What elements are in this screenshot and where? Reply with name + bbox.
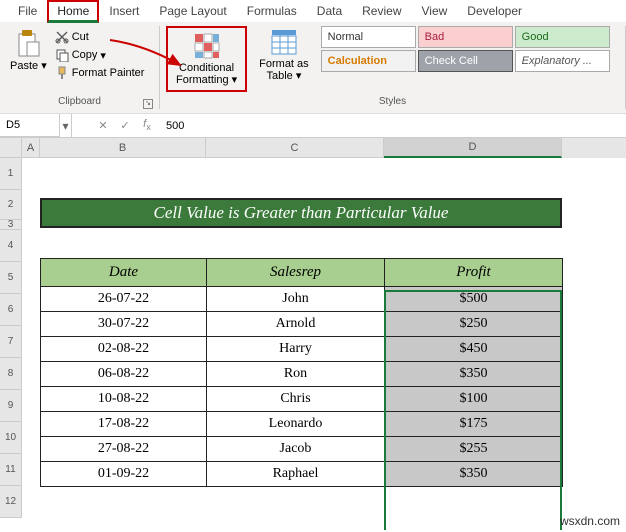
row-header-4[interactable]: 4 — [0, 230, 22, 262]
cell[interactable]: 27-08-22 — [41, 437, 207, 462]
row-header-1[interactable]: 1 — [0, 158, 22, 190]
cell[interactable]: $255 — [385, 437, 563, 462]
col-header-b[interactable]: B — [40, 138, 206, 158]
row-header-6[interactable]: 6 — [0, 294, 22, 326]
cell[interactable]: 06-08-22 — [41, 362, 207, 387]
row-header-10[interactable]: 10 — [0, 422, 22, 454]
cell[interactable]: Ron — [207, 362, 385, 387]
cell[interactable]: Chris — [207, 387, 385, 412]
table-icon — [270, 28, 298, 56]
cell[interactable]: 02-08-22 — [41, 337, 207, 362]
header-profit[interactable]: Profit — [385, 259, 563, 287]
menu-data[interactable]: Data — [307, 1, 352, 21]
menu-review[interactable]: Review — [352, 1, 411, 21]
style-good[interactable]: Good — [515, 26, 610, 48]
cell[interactable]: $175 — [385, 412, 563, 437]
style-check-cell[interactable]: Check Cell — [418, 50, 513, 72]
title-banner[interactable]: Cell Value is Greater than Particular Va… — [40, 198, 562, 228]
annotation-arrow — [105, 35, 205, 85]
cell[interactable]: $500 — [385, 287, 563, 312]
formula-bar: D5 ▾ ✕ ✓ fx 500 — [0, 114, 626, 138]
style-explanatory[interactable]: Explanatory ... — [515, 50, 610, 72]
menu-home[interactable]: Home — [47, 0, 99, 23]
menu-view[interactable]: View — [412, 1, 458, 21]
fx-button[interactable]: fx — [136, 118, 158, 132]
formula-input[interactable]: 500 — [158, 120, 626, 132]
cell[interactable]: Raphael — [207, 462, 385, 487]
watermark: wsxdn.com — [560, 514, 620, 528]
data-table: Date Salesrep Profit 26-07-22John$500 30… — [40, 258, 563, 487]
enter-button[interactable]: ✓ — [114, 119, 136, 132]
cell[interactable]: 30-07-22 — [41, 312, 207, 337]
styles-gallery[interactable]: Normal Bad Good Calculation Check Cell E… — [321, 26, 610, 72]
row-header-7[interactable]: 7 — [0, 326, 22, 358]
cell[interactable]: John — [207, 287, 385, 312]
menu-page-layout[interactable]: Page Layout — [149, 1, 236, 21]
cell[interactable]: Arnold — [207, 312, 385, 337]
cell[interactable]: Leonardo — [207, 412, 385, 437]
header-date[interactable]: Date — [41, 259, 207, 287]
format-as-table-button[interactable]: Format asTable ▾ — [255, 26, 313, 84]
row-header-2[interactable]: 2 — [0, 190, 22, 220]
scissors-icon — [55, 30, 69, 44]
row-header-3[interactable]: 3 — [0, 220, 22, 230]
row-header-12[interactable]: 12 — [0, 486, 22, 518]
row-header-11[interactable]: 11 — [0, 454, 22, 486]
brush-icon — [55, 66, 69, 80]
column-headers: A B C D — [22, 138, 626, 158]
copy-label: Copy — [72, 49, 98, 61]
col-header-d[interactable]: D — [384, 138, 562, 158]
grid: 1 2 3 4 5 6 7 8 9 10 11 12 A B C D Cell … — [0, 138, 626, 530]
cell[interactable]: Jacob — [207, 437, 385, 462]
cell[interactable]: 01-09-22 — [41, 462, 207, 487]
menu-insert[interactable]: Insert — [99, 1, 149, 21]
paste-icon — [15, 28, 41, 58]
row-header-9[interactable]: 9 — [0, 390, 22, 422]
col-header-a[interactable]: A — [22, 138, 40, 158]
cell[interactable]: $250 — [385, 312, 563, 337]
copy-icon — [55, 48, 69, 62]
select-all-corner[interactable] — [0, 138, 22, 158]
cell[interactable]: $350 — [385, 362, 563, 387]
cell[interactable]: 17-08-22 — [41, 412, 207, 437]
menu-developer[interactable]: Developer — [457, 1, 532, 21]
header-salesrep[interactable]: Salesrep — [207, 259, 385, 287]
row-headers: 1 2 3 4 5 6 7 8 9 10 11 12 — [0, 138, 22, 530]
menu-bar: File Home Insert Page Layout Formulas Da… — [0, 0, 626, 22]
cell[interactable]: 26-07-22 — [41, 287, 207, 312]
name-box[interactable]: D5 — [0, 114, 60, 137]
format-as-table-label: Format asTable ▾ — [259, 58, 309, 82]
cell[interactable]: Harry — [207, 337, 385, 362]
cell[interactable]: 10-08-22 — [41, 387, 207, 412]
style-normal[interactable]: Normal — [321, 26, 416, 48]
menu-formulas[interactable]: Formulas — [237, 1, 307, 21]
row-header-5[interactable]: 5 — [0, 262, 22, 294]
col-header-c[interactable]: C — [206, 138, 384, 158]
cell[interactable]: $450 — [385, 337, 563, 362]
ribbon: Paste ▾ Cut Copy ▾ Format Painter Clipbo… — [0, 22, 626, 114]
cut-label: Cut — [72, 31, 89, 43]
styles-group-label: Styles — [166, 96, 619, 109]
cell[interactable]: $100 — [385, 387, 563, 412]
clipboard-group-label: Clipboard ↘ — [6, 96, 153, 109]
row-header-8[interactable]: 8 — [0, 358, 22, 390]
cancel-button[interactable]: ✕ — [92, 119, 114, 132]
paste-label: Paste ▾ — [10, 60, 47, 72]
cell[interactable]: $350 — [385, 462, 563, 487]
style-bad[interactable]: Bad — [418, 26, 513, 48]
ribbon-group-styles: ConditionalFormatting ▾ Format asTable ▾… — [160, 26, 626, 109]
menu-file[interactable]: File — [8, 1, 47, 21]
paste-button[interactable]: Paste ▾ — [6, 26, 51, 74]
name-box-dropdown[interactable]: ▾ — [60, 114, 72, 137]
style-calculation[interactable]: Calculation — [321, 50, 416, 72]
clipboard-dialog-launcher[interactable]: ↘ — [143, 99, 153, 109]
